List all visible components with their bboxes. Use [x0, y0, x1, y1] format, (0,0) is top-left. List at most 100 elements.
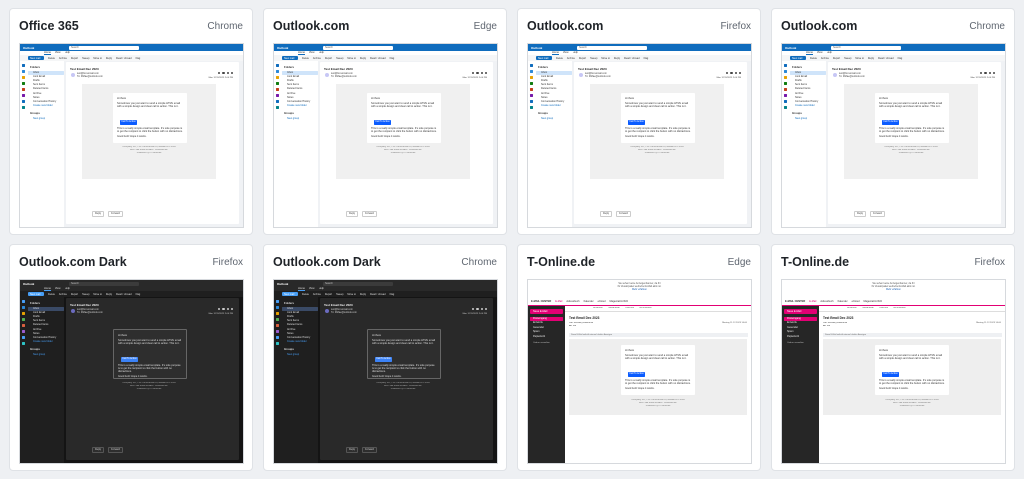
create-folder-link[interactable]: Create new folder [282, 340, 318, 344]
reply-button[interactable]: Reply [346, 446, 359, 453]
ribbon-move-to[interactable]: Move to [93, 293, 102, 296]
nav-kalender[interactable]: Kalender [584, 300, 594, 303]
nav-magentacloud[interactable]: MagentaCLOUD [610, 300, 628, 303]
reply-all-icon[interactable] [730, 72, 733, 75]
new-email-button[interactable]: Neue E-Mail [530, 309, 563, 314]
calendar-icon[interactable] [783, 70, 787, 73]
todo-icon[interactable] [783, 82, 787, 85]
nav-kalender[interactable]: Kalender [838, 300, 848, 303]
onedrive-icon[interactable] [275, 106, 279, 109]
create-folder-link[interactable]: Create new folder [536, 104, 572, 108]
preview-card[interactable]: T-Online.de Edge Sie sehen keine Anzeigenb… [517, 244, 761, 471]
reply-all-icon[interactable] [222, 308, 225, 311]
people-icon[interactable] [21, 76, 25, 79]
ribbon-move-to[interactable]: Move to [855, 57, 864, 60]
call-to-action-button[interactable]: Call To Action [375, 357, 392, 362]
nav-e-mail[interactable]: E-Mail [809, 300, 816, 303]
people-icon[interactable] [275, 76, 279, 79]
onedrive-icon[interactable] [21, 342, 25, 345]
call-to-action-button[interactable]: Call To Action [120, 120, 137, 125]
toolbar-antworten[interactable]: Antworten [593, 307, 603, 310]
ribbon-move-to[interactable]: Move to [601, 57, 610, 60]
ribbon-move-to[interactable]: Move to [93, 57, 102, 60]
manage-folders-link[interactable]: Ordner verwalten [784, 342, 817, 344]
reply-button[interactable]: Reply [600, 210, 613, 217]
reply-icon[interactable] [218, 308, 221, 311]
mail-icon[interactable] [275, 300, 279, 303]
ribbon-delete[interactable]: Delete [48, 293, 55, 296]
mail-icon[interactable] [529, 64, 533, 67]
new-mail-button[interactable]: New mail [282, 56, 298, 60]
ribbon-archive[interactable]: Archive [59, 293, 67, 296]
nav-adressbuch[interactable]: Adressbuch [566, 300, 579, 303]
search-input[interactable]: Search [323, 281, 393, 286]
todo-icon[interactable] [275, 318, 279, 321]
excel-icon[interactable] [783, 94, 787, 97]
reply-all-icon[interactable] [476, 308, 479, 311]
new-group-link[interactable]: New group [28, 353, 64, 357]
ribbon-report[interactable]: Report [71, 293, 78, 296]
reply-button[interactable]: Reply [92, 210, 105, 217]
excel-icon[interactable] [21, 330, 25, 333]
reply-button[interactable]: Reply [92, 446, 105, 453]
reply-all-icon[interactable] [984, 72, 987, 75]
nav-ecloud[interactable]: eCloud [852, 300, 860, 303]
ribbon-read-unread[interactable]: Read / Unread [116, 293, 132, 296]
forward-button[interactable]: Forward [362, 446, 377, 453]
people-icon[interactable] [783, 76, 787, 79]
calendar-icon[interactable] [529, 70, 533, 73]
nav-adressbuch[interactable]: Adressbuch [820, 300, 833, 303]
reply-button[interactable]: Reply [346, 210, 359, 217]
folder-papierkorb[interactable]: Papierkorb [530, 335, 563, 339]
people-icon[interactable] [275, 312, 279, 315]
new-group-link[interactable]: New group [790, 117, 826, 121]
call-to-action-button[interactable]: Call To Action [882, 120, 899, 125]
call-to-action-button[interactable]: Call To Action [882, 372, 899, 377]
preview-card[interactable]: Office 365 Chrome Outlook Search Home View Hel… [9, 8, 253, 235]
ribbon-read-unread[interactable]: Read / Unread [370, 57, 386, 60]
toolbar-löschen[interactable]: Löschen [879, 307, 888, 310]
more-icon[interactable] [484, 308, 487, 311]
excel-icon[interactable] [275, 330, 279, 333]
search-input[interactable]: Search [69, 45, 139, 50]
ribbon-archive[interactable]: Archive [821, 57, 829, 60]
create-folder-link[interactable]: Create new folder [28, 340, 64, 344]
nav-e-mail[interactable]: E-Mail [555, 300, 562, 303]
forward-icon[interactable] [480, 308, 483, 311]
word-icon[interactable] [21, 88, 25, 91]
manage-folders-link[interactable]: Ordner verwalten [530, 342, 563, 344]
reply-button[interactable]: Reply [854, 210, 867, 217]
ribbon-flag[interactable]: Flag [390, 293, 395, 296]
ribbon-report[interactable]: Report [833, 57, 840, 60]
search-input[interactable]: Search [831, 45, 901, 50]
preview-card[interactable]: Outlook.com Edge Outlook Search Home View Help… [263, 8, 507, 235]
powerpoint-icon[interactable] [529, 100, 533, 103]
more-icon[interactable] [992, 72, 995, 75]
new-mail-button[interactable]: New mail [536, 56, 552, 60]
create-folder-link[interactable]: Create new folder [28, 104, 64, 108]
forward-icon[interactable] [226, 72, 229, 75]
notice-link[interactable]: Mehr erfahren [782, 288, 1005, 291]
reply-all-icon[interactable] [222, 72, 225, 75]
toolbar-verschieben[interactable]: Verschieben [639, 307, 652, 310]
reply-icon[interactable] [726, 72, 729, 75]
create-folder-link[interactable]: Create new folder [790, 104, 826, 108]
forward-icon[interactable] [988, 72, 991, 75]
forward-button[interactable]: Forward [108, 210, 123, 217]
forward-button[interactable]: Forward [362, 210, 377, 217]
ribbon-archive[interactable]: Archive [567, 57, 575, 60]
mail-icon[interactable] [275, 64, 279, 67]
ribbon-report[interactable]: Report [325, 57, 332, 60]
word-icon[interactable] [783, 88, 787, 91]
search-input[interactable]: Search [577, 45, 647, 50]
forward-button[interactable]: Forward [870, 210, 885, 217]
call-to-action-button[interactable]: Call To Action [628, 372, 645, 377]
ribbon-sweep[interactable]: Sweep [590, 57, 597, 60]
ribbon-reply[interactable]: Reply [868, 57, 874, 60]
ribbon-archive[interactable]: Archive [313, 293, 321, 296]
more-icon[interactable] [484, 72, 487, 75]
powerpoint-icon[interactable] [21, 336, 25, 339]
mail-icon[interactable] [783, 64, 787, 67]
ribbon-flag[interactable]: Flag [136, 57, 141, 60]
ribbon-reply[interactable]: Reply [106, 293, 112, 296]
